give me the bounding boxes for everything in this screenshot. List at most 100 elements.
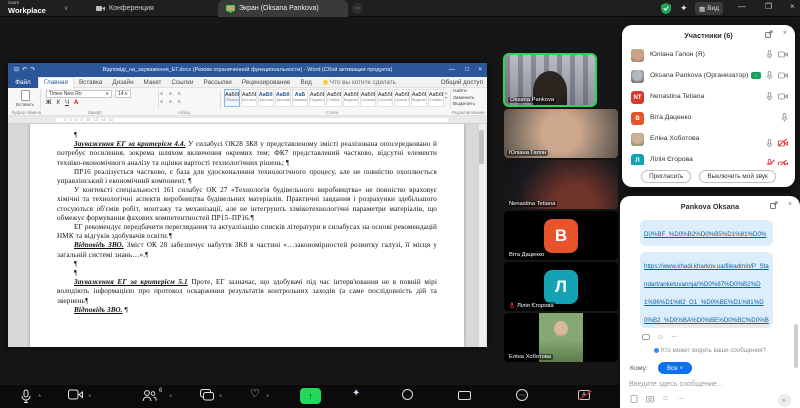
mic-icon[interactable] — [766, 71, 773, 80]
mic-icon[interactable] — [766, 92, 773, 101]
reactions-button[interactable]: ♡ — [250, 387, 260, 400]
more-icon[interactable]: ⋯ — [671, 333, 678, 341]
ribbon-tab-insert[interactable]: Вставка — [74, 77, 107, 88]
style-tile[interactable]: АаБбВвГСтрогий — [377, 89, 393, 107]
ruler[interactable]: 2 · 4 · 6 · 8 · 10 · 12 · 14 · 16 — [8, 116, 487, 124]
reactions-caret[interactable]: ∧ — [266, 393, 269, 399]
tab-more-button[interactable]: ⋯ — [352, 3, 363, 14]
camera-options-caret[interactable]: ∧ — [88, 393, 91, 399]
word-close-button[interactable]: × — [478, 66, 482, 73]
style-tile[interactable]: АаБбВвГСильное в... — [360, 89, 376, 107]
participant-row[interactable]: NT Nenastina Tetiana — [622, 87, 795, 108]
mic-icon[interactable] — [766, 50, 773, 59]
more-button[interactable]: ⋯ — [516, 389, 528, 401]
video-tile-yuliana[interactable]: Юліана Гапон — [504, 109, 618, 158]
style-tile[interactable]: АаБбВвГБез инте... — [241, 89, 257, 107]
italic-button[interactable]: К — [56, 100, 60, 106]
mic-button[interactable] — [20, 389, 32, 404]
word-minimize-button[interactable]: — — [449, 66, 456, 73]
camera-off-icon[interactable] — [778, 155, 788, 165]
ai-companion-icon[interactable]: ✦ — [680, 3, 688, 14]
chat-input[interactable] — [629, 377, 789, 390]
video-tile-vita[interactable]: В Віта Даценко — [504, 211, 618, 260]
popout-icon[interactable] — [765, 30, 773, 38]
chat-scrollbar-thumb[interactable] — [794, 324, 798, 368]
participants-button[interactable] — [142, 389, 157, 402]
camera-icon[interactable] — [778, 51, 788, 58]
ribbon-tab-design[interactable]: Дизайн — [107, 77, 138, 88]
font-color-button[interactable]: А — [74, 100, 78, 106]
captions-off-button[interactable]: A — [578, 390, 590, 400]
style-tile[interactable]: АаБбВвГВыделение — [343, 89, 359, 107]
style-tile[interactable]: АаБбВвГСлабая сс... — [428, 89, 444, 107]
mic-icon[interactable] — [781, 113, 788, 122]
video-tile-lilia[interactable]: Л Лілія Єгорова — [504, 262, 618, 311]
style-tile[interactable]: АаБНазвание — [292, 89, 308, 107]
minimize-button[interactable]: — — [738, 2, 746, 11]
popout-icon[interactable] — [770, 201, 778, 209]
maximize-button[interactable]: ❐ — [765, 2, 772, 11]
mic-muted-icon[interactable] — [766, 155, 773, 165]
underline-button[interactable]: Ч — [65, 100, 69, 106]
ribbon-tab-mailings[interactable]: Рассылки — [199, 77, 237, 88]
bold-button[interactable]: Ж — [46, 100, 51, 106]
ribbon-tab-layout[interactable]: Макет — [139, 77, 167, 88]
screenshot-icon[interactable] — [646, 395, 654, 403]
video-tile-nenastina[interactable]: Nenastina Tetiana — [504, 160, 618, 209]
ai-companion-button[interactable]: ✦ — [352, 388, 360, 399]
recipient-dropdown[interactable]: Все ∨ — [658, 362, 692, 374]
file-icon[interactable] — [630, 395, 638, 403]
close-icon[interactable]: × — [783, 30, 787, 37]
camera-button[interactable] — [68, 389, 83, 400]
style-tile[interactable]: АаБбВвГПодзагол... — [309, 89, 325, 107]
close-button[interactable]: × — [790, 2, 795, 11]
document-page[interactable]: ¶ Зауваження ЕГ за критерієм 4.4. У сила… — [30, 124, 464, 347]
word-scrollbar[interactable] — [479, 124, 486, 347]
mic-options-caret[interactable]: ∧ — [38, 393, 41, 399]
emoji-icon[interactable]: ☺ — [657, 334, 664, 341]
ribbon-tab-references[interactable]: Ссылки — [166, 77, 198, 88]
camera-icon[interactable] — [778, 72, 788, 79]
style-tile[interactable]: АаБбВЗаголово... — [275, 89, 291, 107]
font-name-select[interactable]: Times New Ro ∨ — [46, 90, 112, 98]
chevron-down-icon[interactable]: ∨ — [64, 5, 68, 12]
close-icon[interactable]: × — [788, 201, 792, 208]
style-tile[interactable]: АаБбВЗаголово... — [258, 89, 274, 107]
font-size-select[interactable]: 14 ∨ — [115, 90, 131, 98]
invite-button[interactable]: Пригласить — [641, 170, 691, 183]
styles-gallery-scroll[interactable]: ▴▾ — [445, 90, 447, 100]
style-tile[interactable]: АаБбВвГВыделенн... — [411, 89, 427, 107]
share-button[interactable]: Общий доступ — [441, 79, 483, 86]
reply-icon[interactable] — [642, 334, 650, 341]
emoji-icon[interactable]: ☺ — [662, 395, 669, 403]
panel-divider[interactable] — [624, 189, 794, 193]
chat-message-bubble[interactable]: D0%BF_%D0%B2%D0%B5%D1%81%D0%BD%D0%B0.pdf — [640, 220, 773, 246]
more-icon[interactable]: ⋯ — [677, 395, 684, 403]
word-maximize-button[interactable]: □ — [465, 66, 469, 73]
record-button[interactable] — [402, 389, 413, 400]
paste-button[interactable]: Вставить — [14, 90, 36, 107]
chat-button[interactable] — [200, 389, 214, 401]
ribbon-tab-review[interactable]: Рецензирование — [237, 77, 296, 88]
paragraph-buttons[interactable]: ≡ ≡ ≡ ≡ ≡ ≡ — [160, 90, 218, 106]
participants-caret[interactable]: ∧ — [169, 393, 172, 399]
tab-conference[interactable]: Конференция — [88, 0, 162, 17]
view-button[interactable]: ▦ Вид — [695, 2, 723, 15]
mute-my-audio-button[interactable]: Выключить мой звук — [699, 170, 776, 183]
participant-row[interactable]: Oksana Pankova (Организатор) ↑ — [622, 66, 795, 87]
video-tile-elina[interactable]: Еліна Хоботова — [504, 313, 618, 362]
chat-caret[interactable]: ∧ — [219, 393, 222, 399]
ribbon-tab-home[interactable]: Главная — [38, 77, 74, 88]
whiteboard-button[interactable] — [458, 391, 471, 400]
participant-row[interactable]: Л Лілія Єгорова — [622, 150, 795, 165]
chat-link[interactable]: D0%BF_%D0%B2%D0%B5%D1%81%D0%BD%D0%B0.pdf — [644, 231, 766, 246]
style-tile[interactable]: АаБбВвГСлабое в... — [326, 89, 342, 107]
security-shield-icon[interactable] — [661, 3, 671, 14]
send-button[interactable]: ► — [778, 394, 791, 407]
select-button[interactable]: Выделить — [453, 102, 475, 109]
tab-screen-share[interactable]: Экран (Oksana Pankova) — [218, 0, 348, 17]
chat-link[interactable]: https://www.khadi.kharkov.ua/fileadmin/P… — [644, 263, 769, 328]
share-screen-button[interactable]: ↑ — [300, 388, 321, 404]
mic-icon[interactable] — [766, 139, 773, 148]
participant-row[interactable]: Еліна Хоботова — [622, 129, 795, 150]
